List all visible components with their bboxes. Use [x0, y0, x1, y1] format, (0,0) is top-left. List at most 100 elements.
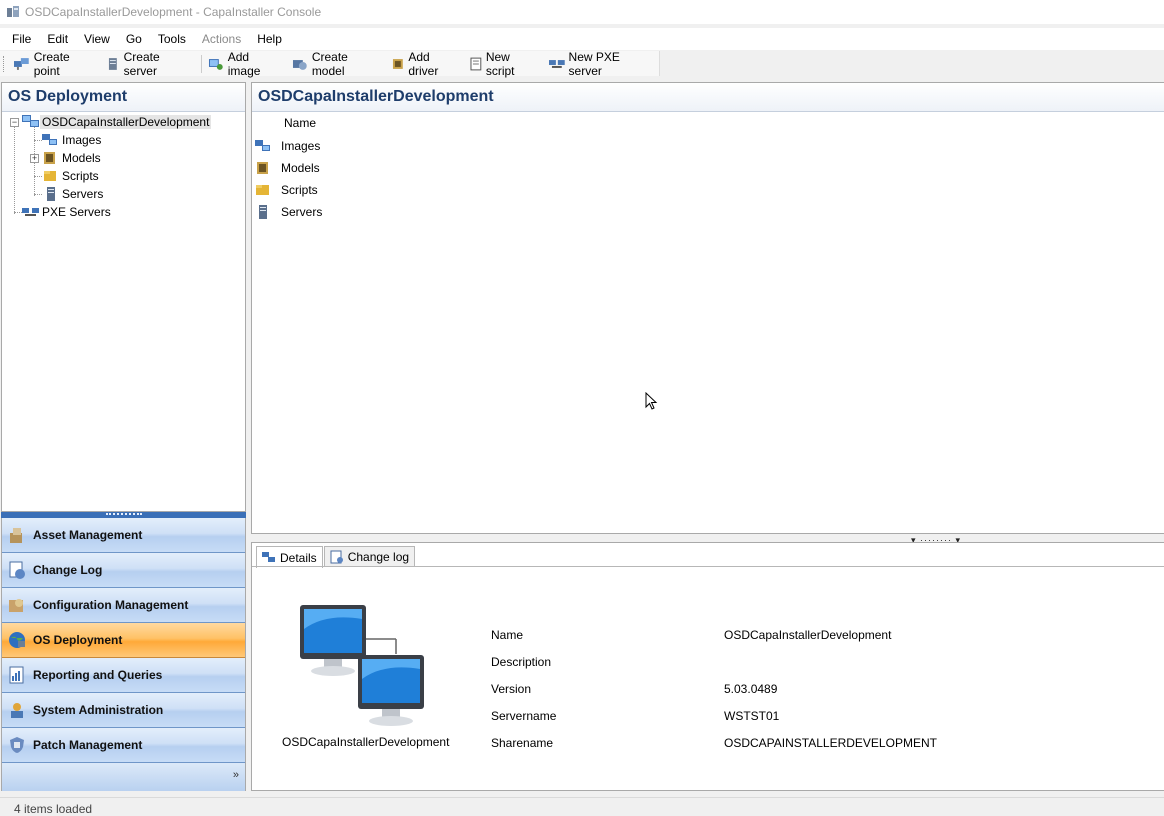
add-image-icon — [209, 58, 223, 70]
patch-icon — [6, 734, 28, 756]
splitter-grip — [106, 513, 142, 516]
tree-node-label: Scripts — [62, 169, 99, 183]
tree-node-root[interactable]: OSDCapaInstallerDevelopment — [22, 113, 212, 131]
version-value: 5.03.0489 — [724, 682, 778, 696]
list-item-images[interactable]: Images — [255, 136, 320, 156]
tree-node-servers[interactable]: Servers — [42, 185, 105, 203]
add-image-label: Add image — [227, 49, 261, 78]
status-text: 4 items loaded — [14, 802, 93, 816]
content-panel: OSDCapaInstallerDevelopment Name Images … — [251, 82, 1164, 534]
nav-pane-footer: » — [2, 763, 245, 791]
nav-label: Asset Management — [33, 528, 143, 542]
new-pxe-server-button[interactable]: New PXE server — [545, 49, 659, 78]
navigation-tree-panel: OS Deployment − OSDCapaInstallerDevelopm… — [1, 82, 246, 512]
nav-reporting-and-queries[interactable]: Reporting and Queries — [2, 658, 245, 693]
tree-node-models[interactable]: Models — [42, 149, 103, 167]
tree-node-pxe-servers[interactable]: PXE Servers — [22, 203, 113, 221]
tree-node-images[interactable]: Images — [42, 131, 103, 149]
tree-node-label: OSDCapaInstallerDevelopment — [40, 115, 212, 129]
menu-go[interactable]: Go — [118, 29, 150, 49]
details-tabs: Details Change log — [256, 546, 416, 568]
scripts-icon — [256, 185, 269, 195]
scripts-icon — [44, 171, 56, 181]
window-title: OSDCapaInstallerDevelopment - CapaInstal… — [25, 5, 322, 19]
create-server-button[interactable]: Create server — [102, 49, 199, 78]
nav-configuration-management[interactable]: Configuration Management — [2, 588, 245, 623]
report-icon — [6, 664, 28, 686]
tree-line — [14, 122, 15, 214]
nav-os-deployment[interactable]: OS Deployment — [2, 623, 245, 658]
tree-node-label: Models — [62, 151, 101, 165]
configure-buttons-icon[interactable]: » — [233, 769, 239, 781]
menu-help[interactable]: Help — [249, 29, 290, 49]
create-model-icon — [293, 59, 307, 70]
create-point-button[interactable]: Create point — [10, 49, 102, 78]
models-icon — [44, 152, 55, 164]
create-server-icon — [108, 57, 117, 70]
globe-icon — [6, 629, 28, 651]
create-model-button[interactable]: Create model — [288, 50, 386, 78]
new-pxe-server-label: New PXE server — [568, 49, 620, 78]
collapse-toggle[interactable]: − — [10, 118, 19, 127]
nav-asset-management[interactable]: Asset Management — [2, 518, 245, 553]
list-item-servers[interactable]: Servers — [255, 202, 322, 222]
menu-file[interactable]: File — [4, 29, 39, 49]
changelog-icon — [6, 559, 28, 581]
add-image-button[interactable]: Add image — [204, 49, 288, 78]
new-script-label: New script — [485, 49, 515, 78]
deployment-tree: − OSDCapaInstallerDevelopment Images + M… — [2, 112, 245, 219]
content-panel-title: OSDCapaInstallerDevelopment — [252, 83, 1164, 112]
images-icon — [255, 140, 270, 151]
add-driver-icon — [392, 58, 403, 69]
nav-label: Change Log — [33, 563, 103, 577]
servers-icon — [47, 187, 55, 201]
nav-label: System Administration — [33, 703, 164, 717]
menu-bar: File Edit View Go Tools Actions Help — [0, 28, 1164, 50]
toolbar: Create point Create server Add image Cre… — [0, 49, 660, 78]
name-value: OSDCapaInstallerDevelopment — [724, 628, 892, 642]
asset-icon — [6, 524, 28, 546]
tab-label: Change log — [347, 550, 410, 564]
nav-label: Reporting and Queries — [33, 668, 163, 682]
nav-label: Patch Management — [33, 738, 143, 752]
nav-change-log[interactable]: Change Log — [2, 553, 245, 588]
tab-label: Details — [280, 550, 317, 565]
list-item-scripts[interactable]: Scripts — [255, 180, 318, 200]
changelog-icon — [330, 550, 343, 564]
status-bar: 4 items loaded — [0, 797, 1164, 816]
list-item-label: Images — [281, 139, 321, 153]
models-icon — [257, 162, 268, 174]
new-script-button[interactable]: New script — [466, 49, 545, 78]
app-icon — [7, 6, 19, 17]
new-pxe-server-icon — [548, 59, 565, 68]
sharename-label: Sharename — [491, 736, 554, 750]
menu-view[interactable]: View — [76, 29, 118, 49]
detail-splitter[interactable]: ▾ ········ ▾ — [251, 534, 1164, 545]
computers-icon — [22, 115, 39, 127]
tab-details[interactable]: Details — [256, 546, 323, 568]
add-driver-label: Add driver — [408, 49, 439, 78]
computers-large-icon — [300, 605, 424, 726]
create-point-label: Create point — [33, 49, 70, 78]
new-script-icon — [470, 57, 482, 70]
nav-system-administration[interactable]: System Administration — [2, 693, 245, 728]
menu-edit[interactable]: Edit — [39, 29, 76, 49]
add-driver-button[interactable]: Add driver — [387, 49, 466, 78]
menu-tools[interactable]: Tools — [150, 29, 194, 49]
toolbar-grip[interactable] — [3, 55, 6, 72]
tree-line — [34, 194, 42, 195]
create-server-label: Create server — [123, 49, 160, 78]
tree-node-scripts[interactable]: Scripts — [42, 167, 101, 185]
sharename-value: OSDCAPAINSTALLERDEVELOPMENT — [724, 736, 937, 750]
menu-actions[interactable]: Actions — [194, 29, 249, 49]
nav-patch-management[interactable]: Patch Management — [2, 728, 245, 763]
list-item-models[interactable]: Models — [255, 158, 320, 178]
expand-toggle[interactable]: + — [30, 154, 39, 163]
servers-icon — [259, 205, 267, 219]
admin-icon — [6, 699, 28, 721]
tab-change-log[interactable]: Change log — [323, 546, 416, 567]
version-label: Version — [491, 682, 532, 696]
mouse-cursor-icon — [645, 392, 658, 410]
nav-label: OS Deployment — [33, 633, 123, 647]
name-column-header[interactable]: Name — [276, 114, 316, 132]
